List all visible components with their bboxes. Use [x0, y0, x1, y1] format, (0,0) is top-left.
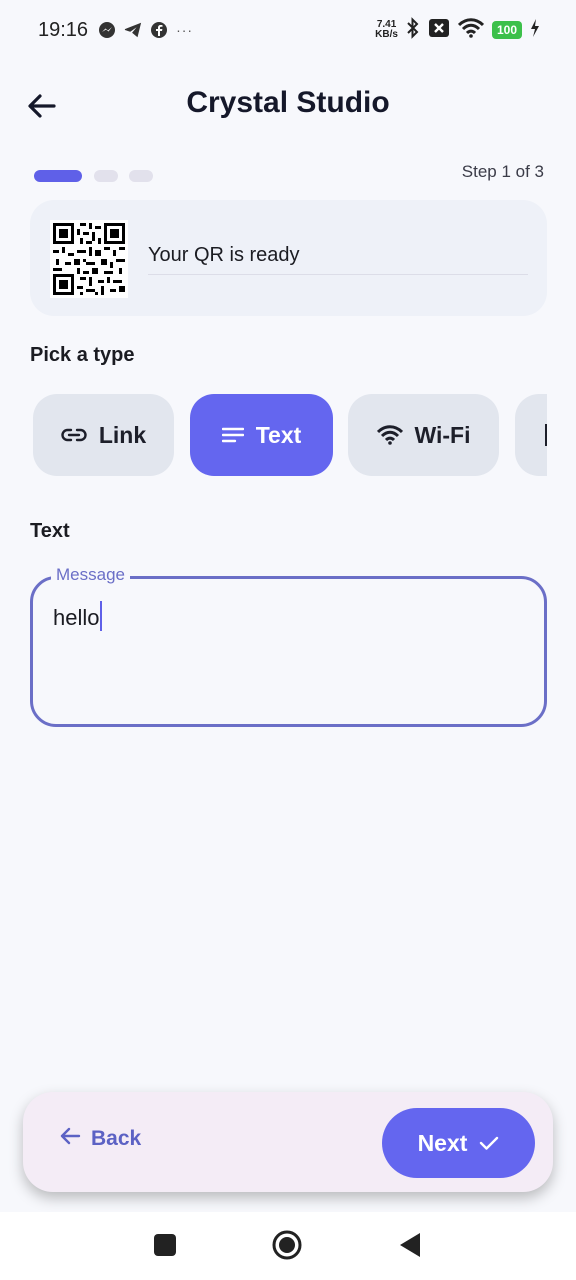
- link-icon: [61, 428, 87, 442]
- check-icon: [479, 1130, 499, 1157]
- chip-text[interactable]: Text: [190, 394, 333, 476]
- back-nav-icon[interactable]: [398, 1232, 422, 1263]
- recents-icon[interactable]: [153, 1233, 177, 1262]
- message-input[interactable]: hello: [53, 601, 103, 631]
- step-label: Step 1 of 3: [461, 162, 544, 181]
- step-indicator: Step 1 of 3: [34, 162, 544, 184]
- chip-label: Wi-Fi: [414, 421, 471, 448]
- system-nav-bar: [0, 1212, 576, 1280]
- charging-icon: [530, 18, 540, 43]
- status-time: 19:16: [38, 18, 89, 41]
- back-button[interactable]: Back: [59, 1126, 141, 1152]
- chip-label: Text: [255, 421, 302, 448]
- wifi-icon: [457, 17, 485, 43]
- wifi-icon: [376, 425, 403, 445]
- messenger-icon: [98, 21, 116, 39]
- status-bar: 19:16 ··· 7.41 KB/s 100: [0, 0, 576, 60]
- qr-code-image: [50, 220, 128, 298]
- app-header: Crystal Studio: [0, 70, 576, 142]
- step-dot-3: [129, 170, 153, 182]
- net-speed: 7.41 KB/s: [375, 20, 398, 40]
- page-title: Crystal Studio: [186, 86, 390, 119]
- message-field[interactable]: Message hello: [30, 565, 547, 727]
- message-field-label: Message: [51, 565, 130, 585]
- telegram-icon: [124, 21, 142, 39]
- more-dots-icon: ···: [176, 22, 194, 38]
- qr-preview-card: Your QR is ready: [30, 200, 547, 316]
- bottom-action-bar: Back Next: [23, 1092, 553, 1192]
- chip-wifi[interactable]: Wi-Fi: [348, 394, 499, 476]
- step-dot-1: [34, 170, 82, 182]
- text-lines-icon: [221, 427, 244, 443]
- chip-link[interactable]: Link: [33, 394, 174, 476]
- type-section-label: Pick a type: [30, 344, 135, 366]
- arrow-left-icon: [59, 1126, 81, 1152]
- next-button-label: Next: [417, 1129, 468, 1156]
- message-value: hello: [53, 605, 100, 630]
- sim-off-icon: [428, 18, 450, 43]
- text-section-label: Text: [30, 520, 70, 542]
- text-caret: [100, 601, 103, 631]
- chip-partial-icon: [545, 424, 547, 446]
- home-icon[interactable]: [271, 1229, 303, 1266]
- net-speed-unit: KB/s: [375, 29, 398, 40]
- bluetooth-icon: [406, 16, 420, 44]
- chip-partial[interactable]: [515, 394, 547, 476]
- qr-status-text: Your QR is ready: [148, 244, 300, 266]
- divider: [148, 274, 528, 275]
- facebook-icon: [150, 21, 168, 39]
- step-dot-2: [94, 170, 118, 182]
- battery-icon: 100: [491, 21, 522, 39]
- next-button[interactable]: Next: [382, 1108, 535, 1178]
- chip-label: Link: [98, 421, 147, 448]
- type-chip-row[interactable]: Link Text Wi-Fi: [33, 394, 547, 476]
- back-button-label: Back: [91, 1127, 142, 1150]
